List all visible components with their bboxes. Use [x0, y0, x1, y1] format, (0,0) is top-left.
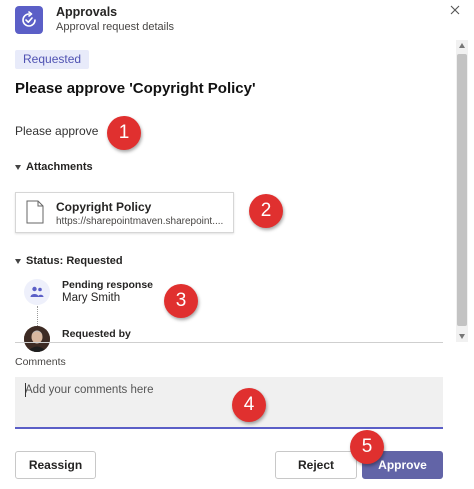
request-message: Please approve: [15, 124, 99, 138]
status-label: Status: Requested: [26, 255, 123, 267]
comments-input[interactable]: [15, 377, 443, 429]
attachment-card[interactable]: Copyright Policy https://sharepointmaven…: [15, 192, 234, 233]
pending-response-label: Pending response: [62, 279, 154, 291]
attachments-label: Attachments: [26, 161, 93, 173]
app-title: Approvals: [56, 5, 118, 19]
attachments-toggle[interactable]: Attachments: [15, 161, 93, 173]
app-subtitle: Approval request details: [56, 21, 175, 33]
annotation-marker-3: 3: [164, 284, 198, 318]
annotation-marker-5: 5: [350, 430, 384, 464]
approvals-icon: [15, 6, 43, 34]
annotation-marker-2: 2: [249, 194, 283, 228]
page-title: Please approve 'Copyright Policy': [15, 80, 256, 97]
text-caret: [25, 383, 26, 397]
attachment-url: https://sharepointmaven.sharepoint....: [56, 216, 224, 227]
requested-by-label: Requested by: [62, 328, 131, 340]
chevron-down-icon: [15, 164, 21, 170]
comments-label: Comments: [15, 356, 66, 368]
attachment-title: Copyright Policy: [56, 200, 152, 214]
divider: [15, 342, 443, 343]
status-toggle[interactable]: Status: Requested: [15, 255, 123, 267]
timeline-connector: [37, 306, 38, 326]
scroll-down-icon[interactable]: [459, 334, 465, 339]
approver-name: Mary Smith: [62, 292, 121, 304]
scrollbar-thumb[interactable]: [457, 54, 467, 326]
reassign-button[interactable]: Reassign: [15, 451, 96, 479]
chevron-down-icon: [15, 258, 21, 264]
avatar: [24, 326, 50, 352]
people-icon: [24, 279, 50, 305]
dialog-header: Approvals Approval request details: [0, 0, 474, 40]
annotation-marker-4: 4: [232, 388, 266, 422]
status-badge: Requested: [15, 50, 90, 69]
scroll-up-icon[interactable]: [459, 43, 465, 48]
close-icon[interactable]: [448, 3, 462, 17]
annotation-marker-1: 1: [107, 116, 141, 150]
reject-button[interactable]: Reject: [275, 451, 357, 479]
file-icon: [26, 200, 44, 229]
